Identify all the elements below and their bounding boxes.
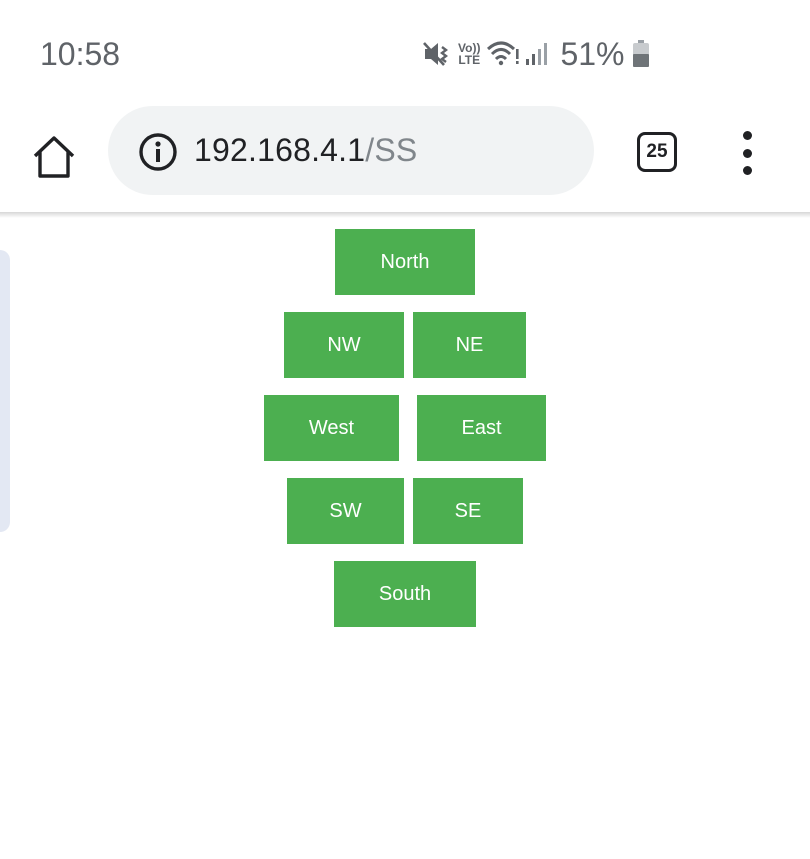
url-text: 192.168.4.1/SS — [194, 132, 417, 169]
south-button[interactable]: South — [334, 561, 476, 627]
battery-percent: 51% — [560, 35, 625, 72]
info-icon[interactable] — [138, 132, 178, 177]
wifi-icon — [486, 39, 520, 69]
west-button[interactable]: West — [264, 395, 399, 461]
volte-icon: Vo)) LTE — [458, 42, 480, 66]
southwest-button[interactable]: SW — [287, 478, 404, 544]
tabs-button[interactable]: 25 — [637, 132, 677, 172]
home-icon — [33, 136, 75, 178]
menu-dot — [742, 166, 752, 175]
side-panel-handle[interactable] — [0, 250, 10, 532]
lte-label: LTE — [458, 53, 481, 67]
status-bar: 10:58 Vo)) LTE 51% — [0, 0, 810, 105]
url-path: /SS — [365, 132, 418, 168]
url-host: 192.168.4.1 — [194, 132, 366, 168]
more-menu-icon[interactable] — [733, 131, 761, 175]
north-button[interactable]: North — [335, 229, 475, 295]
home-button[interactable] — [30, 133, 78, 181]
menu-dot — [742, 148, 752, 158]
signal-icon — [524, 39, 550, 69]
southeast-button[interactable]: SE — [413, 478, 523, 544]
east-button[interactable]: East — [417, 395, 546, 461]
mute-vibrate-icon — [422, 39, 452, 69]
status-icons: Vo)) LTE 51% — [422, 34, 650, 74]
browser-toolbar: 192.168.4.1/SS 25 — [0, 105, 810, 213]
northwest-button[interactable]: NW — [284, 312, 404, 378]
battery-icon — [632, 39, 650, 69]
toolbar-shadow — [0, 212, 810, 218]
address-bar[interactable]: 192.168.4.1/SS — [108, 106, 594, 195]
menu-dot — [742, 131, 752, 140]
northeast-button[interactable]: NE — [413, 312, 526, 378]
clock: 10:58 — [40, 36, 121, 72]
tabs-count: 25 — [646, 141, 668, 162]
